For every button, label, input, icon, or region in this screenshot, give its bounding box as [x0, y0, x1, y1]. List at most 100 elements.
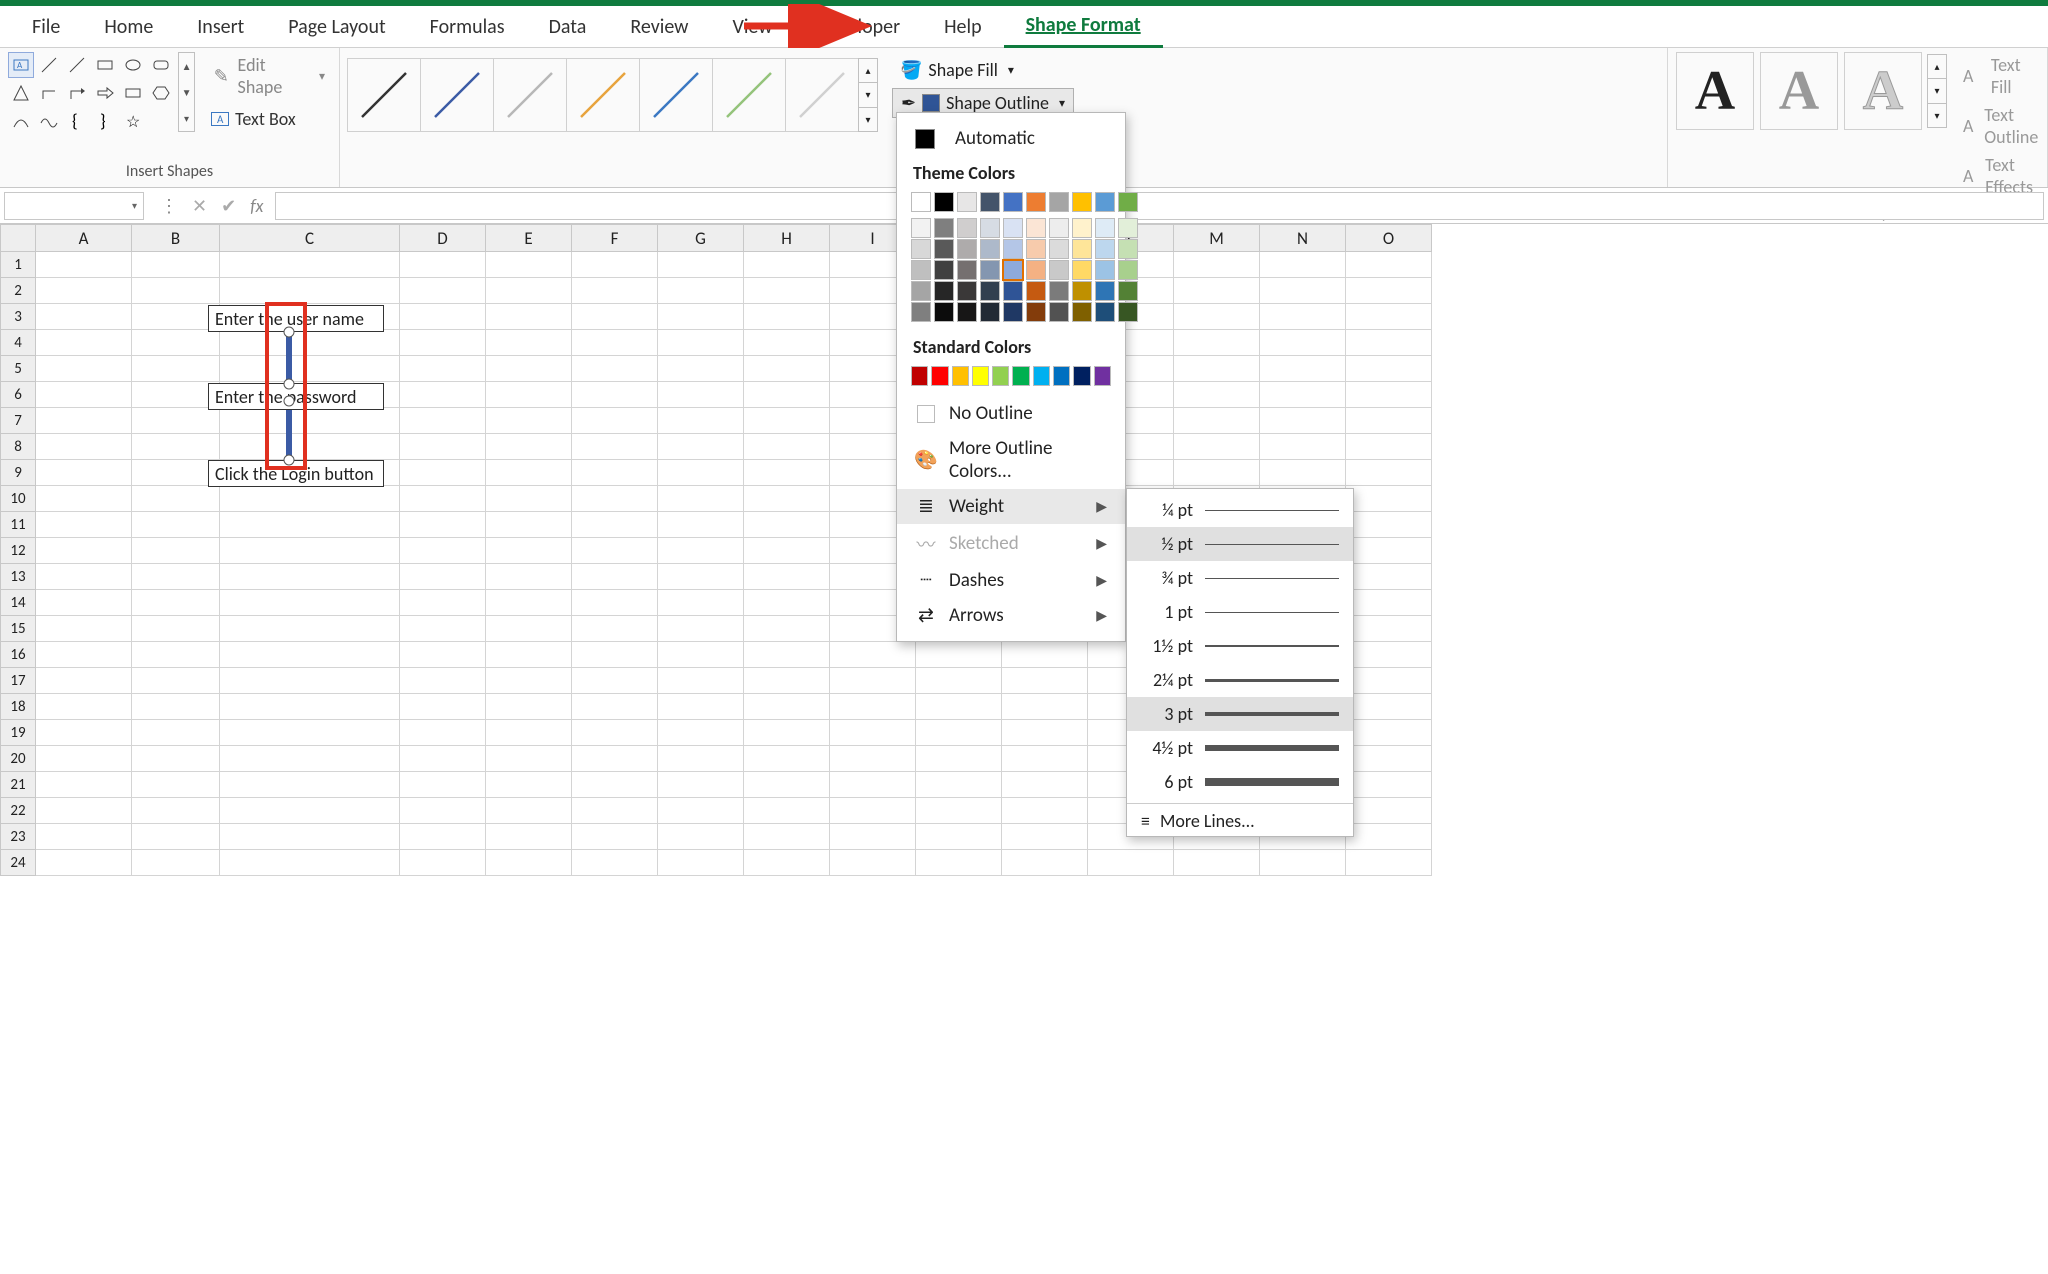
theme-tint-swatch[interactable] — [1049, 281, 1069, 301]
cell[interactable] — [132, 434, 220, 460]
cell[interactable] — [36, 694, 132, 720]
cell[interactable] — [572, 590, 658, 616]
menu-dots-icon[interactable]: ⋮ — [160, 195, 178, 217]
cell[interactable] — [400, 590, 486, 616]
theme-tint-swatch[interactable] — [1118, 302, 1138, 322]
cell[interactable] — [1346, 408, 1432, 434]
cell[interactable] — [400, 460, 486, 486]
theme-tint-swatch[interactable] — [1026, 239, 1046, 259]
cell[interactable] — [400, 798, 486, 824]
cell[interactable] — [830, 798, 916, 824]
weight-option[interactable]: 1 pt — [1127, 595, 1353, 629]
cell[interactable] — [36, 616, 132, 642]
cell[interactable] — [1260, 304, 1346, 330]
theme-tint-swatch[interactable] — [1095, 260, 1115, 280]
cell[interactable] — [36, 460, 132, 486]
cell[interactable] — [572, 798, 658, 824]
cell[interactable] — [36, 720, 132, 746]
enter-icon[interactable]: ✔ — [221, 195, 236, 217]
shape-wave-icon[interactable] — [36, 108, 62, 134]
row-header[interactable]: 19 — [0, 720, 36, 746]
theme-tint-swatch[interactable] — [1118, 260, 1138, 280]
cell[interactable] — [744, 850, 830, 876]
cell[interactable] — [220, 590, 400, 616]
cell[interactable] — [572, 642, 658, 668]
cell[interactable] — [830, 772, 916, 798]
shape-oval-icon[interactable] — [120, 52, 146, 78]
cell[interactable] — [658, 850, 744, 876]
cell[interactable] — [486, 460, 572, 486]
cell[interactable] — [400, 694, 486, 720]
cell[interactable] — [220, 434, 400, 460]
cell[interactable] — [486, 564, 572, 590]
wordart-gallery-scroll[interactable]: ▴▾▾ — [1927, 54, 1947, 128]
row-header[interactable]: 14 — [0, 590, 36, 616]
cell[interactable] — [744, 824, 830, 850]
shape-rect2-icon[interactable] — [120, 80, 146, 106]
column-header[interactable]: G — [658, 224, 744, 252]
cell[interactable] — [132, 538, 220, 564]
cell[interactable] — [220, 278, 400, 304]
name-box[interactable]: ▾ — [4, 192, 144, 220]
column-header[interactable]: O — [1346, 224, 1432, 252]
standard-color-swatch[interactable] — [1094, 366, 1111, 386]
tab-help[interactable]: Help — [922, 7, 1004, 47]
cell[interactable] — [1174, 356, 1260, 382]
shape-style-4[interactable] — [639, 58, 713, 132]
theme-tint-swatch[interactable] — [957, 218, 977, 238]
cell[interactable] — [486, 616, 572, 642]
cell[interactable] — [1346, 486, 1432, 512]
cell[interactable] — [572, 408, 658, 434]
cell[interactable] — [830, 824, 916, 850]
cell[interactable] — [36, 512, 132, 538]
column-header[interactable]: N — [1260, 224, 1346, 252]
select-all-corner[interactable] — [0, 224, 36, 252]
cell[interactable] — [572, 720, 658, 746]
cell[interactable] — [132, 772, 220, 798]
wordart-style-2[interactable]: A — [1760, 52, 1838, 130]
cell[interactable] — [916, 772, 1002, 798]
cell[interactable] — [1260, 356, 1346, 382]
cell[interactable] — [744, 486, 830, 512]
theme-tint-swatch[interactable] — [1049, 239, 1069, 259]
cell[interactable] — [220, 850, 400, 876]
cell[interactable] — [36, 642, 132, 668]
cell[interactable] — [572, 616, 658, 642]
shape-hex-icon[interactable] — [148, 80, 174, 106]
cell[interactable] — [658, 798, 744, 824]
cell[interactable] — [1346, 278, 1432, 304]
theme-tint-swatch[interactable] — [911, 302, 931, 322]
row-header[interactable]: 21 — [0, 772, 36, 798]
cell[interactable] — [132, 356, 220, 382]
shape-elbow-icon[interactable] — [36, 80, 62, 106]
row-header[interactable]: 5 — [0, 356, 36, 382]
cell[interactable] — [400, 486, 486, 512]
row-header[interactable]: 16 — [0, 642, 36, 668]
theme-tint-swatch[interactable] — [1026, 260, 1046, 280]
cancel-icon[interactable]: ✕ — [192, 195, 207, 217]
cell[interactable] — [916, 720, 1002, 746]
cell[interactable] — [658, 382, 744, 408]
column-header[interactable]: H — [744, 224, 830, 252]
cell[interactable] — [658, 720, 744, 746]
cell[interactable] — [744, 278, 830, 304]
row-header[interactable]: 9 — [0, 460, 36, 486]
cell[interactable] — [744, 746, 830, 772]
theme-tint-swatch[interactable] — [934, 260, 954, 280]
cell[interactable] — [1346, 668, 1432, 694]
theme-color-swatch[interactable] — [1072, 192, 1092, 212]
theme-tint-swatch[interactable] — [911, 281, 931, 301]
cell[interactable] — [486, 850, 572, 876]
cell[interactable] — [1346, 460, 1432, 486]
column-header[interactable]: E — [486, 224, 572, 252]
cell[interactable] — [36, 772, 132, 798]
cell[interactable] — [486, 382, 572, 408]
cell[interactable] — [486, 798, 572, 824]
cell[interactable] — [744, 330, 830, 356]
cell[interactable] — [36, 564, 132, 590]
cell[interactable] — [220, 486, 400, 512]
cell[interactable] — [220, 538, 400, 564]
theme-tint-swatch[interactable] — [934, 302, 954, 322]
cell[interactable] — [1002, 824, 1088, 850]
cell[interactable] — [486, 512, 572, 538]
